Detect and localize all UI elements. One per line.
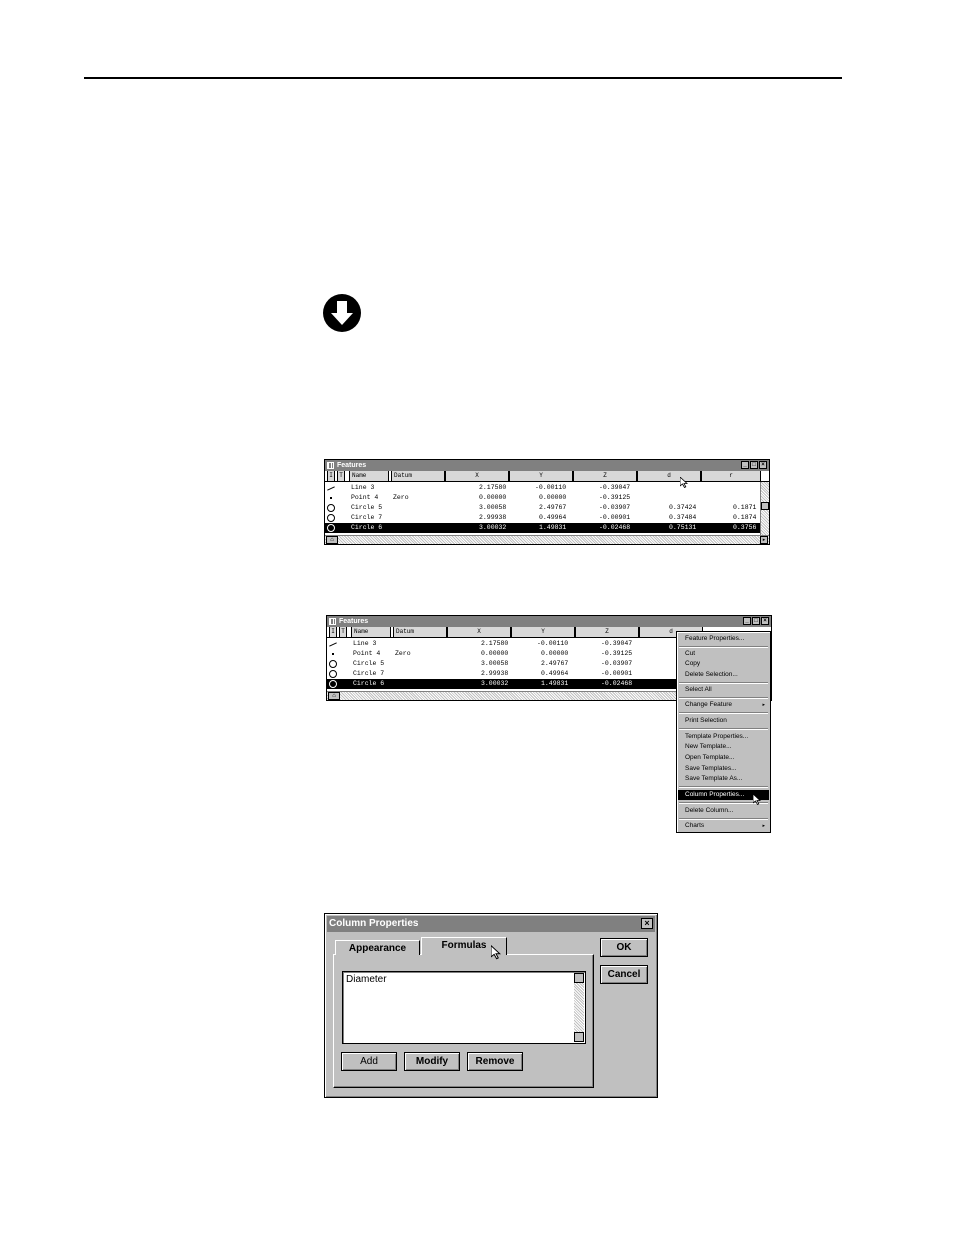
point-feature-icon — [329, 650, 337, 658]
add-button[interactable]: Add — [341, 1052, 397, 1071]
menu-item-save-templates[interactable]: Save Templates... — [678, 764, 769, 774]
menu-item-save-template-as[interactable]: Save Template As... — [678, 774, 769, 784]
column-header-i[interactable]: I — [329, 627, 337, 637]
menu-item-new-template[interactable]: New Template... — [678, 742, 769, 752]
scroll-down-arrow-icon[interactable] — [574, 1032, 584, 1042]
line-feature-icon — [327, 484, 335, 492]
menu-item-cut[interactable]: Cut — [678, 649, 769, 659]
features-title: Features — [337, 462, 367, 469]
menu-item-delete-column[interactable]: Delete Column... — [678, 806, 769, 816]
circle-feature-icon — [327, 524, 335, 532]
mouse-cursor-icon — [491, 945, 501, 960]
scroll-thumb[interactable] — [761, 502, 769, 510]
circle-feature-icon — [327, 504, 335, 512]
column-header-datum[interactable]: Datum — [391, 471, 445, 481]
menu-separator — [679, 682, 768, 684]
vertical-scrollbar[interactable] — [760, 482, 769, 535]
context-menu: Feature Properties... Cut Copy Delete Se… — [676, 631, 771, 833]
menu-item-copy[interactable]: Copy — [678, 659, 769, 669]
mouse-cursor-icon — [753, 794, 761, 805]
circle-feature-icon — [327, 514, 335, 522]
column-header-t[interactable]: T — [339, 627, 347, 637]
grid-app-icon — [329, 618, 336, 625]
home-icon[interactable]: ⌂ — [326, 536, 338, 544]
modify-button[interactable]: Modify — [404, 1052, 460, 1071]
column-header-y[interactable]: Y — [511, 627, 575, 637]
column-header-r[interactable]: r — [701, 471, 761, 481]
column-header-x[interactable]: X — [445, 471, 509, 481]
dialog-title: Column Properties — [329, 918, 419, 929]
grid-app-icon — [327, 462, 334, 469]
column-properties-dialog: Column Properties × Appearance Formulas … — [324, 913, 658, 1098]
close-button[interactable]: × — [761, 617, 769, 625]
menu-item-template-properties[interactable]: Template Properties... — [678, 732, 769, 742]
menu-item-feature-properties[interactable]: Feature Properties... — [678, 634, 769, 644]
menu-item-delete-selection[interactable]: Delete Selection... — [678, 670, 769, 680]
down-arrow-circle-icon — [323, 294, 361, 332]
scroll-up-arrow-icon[interactable] — [574, 973, 584, 983]
mouse-cursor-icon — [680, 477, 688, 488]
scroll-right-arrow-icon[interactable]: ▸ — [760, 536, 768, 544]
minimize-button[interactable]: _ — [743, 617, 751, 625]
features-title-bar[interactable]: Features _ □ × — [327, 616, 771, 627]
dialog-close-button[interactable]: × — [641, 918, 653, 929]
maximize-button[interactable]: □ — [752, 617, 760, 625]
feature-grid[interactable]: Line 3 2.17580 -0.00110 -0.39047 Point 4… — [325, 482, 769, 535]
features-window[interactable]: Features _ □ × I T Name Datum X Y Z d r … — [324, 459, 770, 545]
table-row[interactable]: Circle 5 3.00058 2.49767 -0.03907 0.3742… — [325, 503, 760, 513]
ok-button[interactable]: OK — [600, 938, 648, 957]
submenu-arrow-icon: ▸ — [762, 702, 765, 708]
remove-button[interactable]: Remove — [467, 1052, 523, 1071]
column-header-z[interactable]: Z — [575, 627, 639, 637]
column-header-t[interactable]: T — [337, 471, 345, 481]
page-header-rule — [84, 77, 842, 79]
maximize-button[interactable]: □ — [750, 461, 758, 469]
menu-item-charts[interactable]: Charts ▸ — [678, 821, 769, 831]
features-title: Features — [339, 618, 369, 625]
menu-item-print-selection[interactable]: Print Selection — [678, 716, 769, 726]
circle-feature-icon — [329, 660, 337, 668]
column-header-d[interactable]: d — [637, 471, 701, 481]
menu-separator — [679, 786, 768, 788]
tab-appearance[interactable]: Appearance — [335, 940, 420, 955]
list-item[interactable]: Diameter — [346, 974, 387, 986]
menu-separator — [679, 728, 768, 730]
close-button[interactable]: × — [759, 461, 767, 469]
horizontal-scrollbar[interactable]: ⌂ ▸ — [325, 535, 769, 544]
column-header-x[interactable]: X — [447, 627, 511, 637]
circle-feature-icon — [329, 680, 337, 688]
minimize-button[interactable]: _ — [741, 461, 749, 469]
column-header-row: I T Name Datum X Y Z d r — [325, 471, 769, 482]
table-row[interactable]: Circle 7 2.99938 0.49964 -0.00901 0.3748… — [325, 513, 760, 523]
menu-separator — [679, 697, 768, 699]
point-feature-icon — [327, 494, 335, 502]
home-icon[interactable]: ⌂ — [328, 692, 340, 700]
menu-separator — [679, 712, 768, 714]
menu-item-open-template[interactable]: Open Template... — [678, 753, 769, 763]
dialog-title-bar[interactable]: Column Properties × — [327, 916, 655, 932]
circle-feature-icon — [329, 670, 337, 678]
column-header-y[interactable]: Y — [509, 471, 573, 481]
menu-separator — [679, 646, 768, 648]
column-header-z[interactable]: Z — [573, 471, 637, 481]
table-row-selected[interactable]: Circle 6 3.00032 1.49831 -0.02468 0.7513… — [325, 523, 760, 533]
column-header-name[interactable]: Name — [349, 471, 389, 481]
menu-item-select-all[interactable]: Select All — [678, 685, 769, 695]
menu-separator — [679, 818, 768, 820]
cancel-button[interactable]: Cancel — [600, 965, 648, 984]
table-row[interactable]: Line 3 2.17580 -0.00110 -0.39047 — [325, 483, 760, 493]
list-scrollbar[interactable] — [574, 973, 584, 1042]
column-header-name[interactable]: Name — [351, 627, 391, 637]
table-row[interactable]: Point 4 Zero 0.00000 0.00000 -0.39125 — [325, 493, 760, 503]
line-feature-icon — [329, 640, 337, 648]
features-title-bar[interactable]: Features _ □ × — [325, 460, 769, 471]
menu-item-change-feature[interactable]: Change Feature ▸ — [678, 700, 769, 710]
submenu-arrow-icon: ▸ — [762, 823, 765, 829]
formula-list[interactable]: Diameter — [342, 971, 586, 1044]
column-header-datum[interactable]: Datum — [393, 627, 447, 637]
column-header-i[interactable]: I — [327, 471, 335, 481]
